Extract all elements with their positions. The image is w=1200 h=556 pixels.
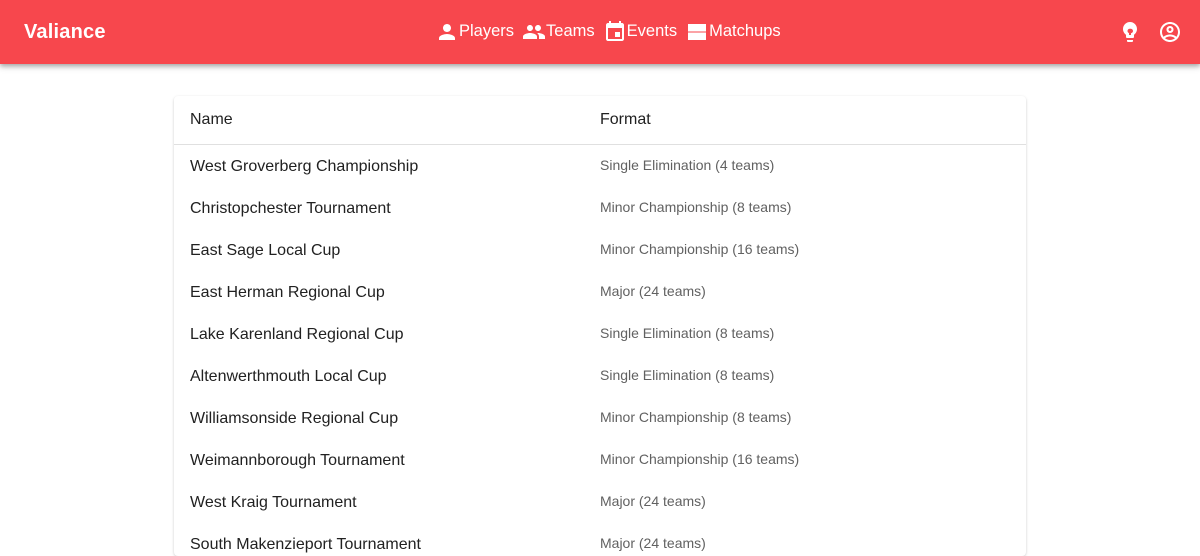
people-icon xyxy=(523,25,546,39)
event-name-cell: Lake Karenland Regional Cup xyxy=(190,326,404,343)
event-name-cell: Weimannborough Tournament xyxy=(190,452,405,469)
nav-matchups-label: Matchups xyxy=(709,22,781,40)
matchups-icon xyxy=(688,24,707,40)
event-name-cell: Altenwerthmouth Local Cup xyxy=(190,368,387,385)
table-row[interactable]: East Sage Local Cup Minor Championship (… xyxy=(174,229,1026,271)
table-row[interactable]: West Kraig Tournament Major (24 teams) xyxy=(174,481,1026,523)
person-icon xyxy=(439,24,455,40)
table-header-row: Name Format xyxy=(174,96,1026,145)
table-row[interactable]: Williamsonside Regional Cup Minor Champi… xyxy=(174,397,1026,439)
table-row[interactable]: East Herman Regional Cup Major (24 teams… xyxy=(174,271,1026,313)
event-format-cell: Single Elimination (8 teams) xyxy=(600,367,775,383)
nav-matchups[interactable]: Matchups xyxy=(685,14,781,50)
table-row[interactable]: Weimannborough Tournament Minor Champion… xyxy=(174,439,1026,481)
app-brand[interactable]: Valiance xyxy=(24,0,106,64)
column-header-name[interactable]: Name xyxy=(174,96,584,145)
event-format-cell: Minor Championship (16 teams) xyxy=(600,451,800,467)
event-format-cell: Single Elimination (8 teams) xyxy=(600,325,775,341)
nav-players[interactable]: Players xyxy=(435,14,514,50)
event-format-cell: Minor Championship (8 teams) xyxy=(600,409,792,425)
main-nav: Players Teams Events Matchups xyxy=(435,0,781,64)
lightbulb-icon xyxy=(1123,22,1137,42)
event-format-cell: Minor Championship (16 teams) xyxy=(600,241,800,257)
table-row[interactable]: Altenwerthmouth Local Cup Single Elimina… xyxy=(174,355,1026,397)
column-header-format[interactable]: Format xyxy=(584,96,1026,145)
account-circle-icon xyxy=(1160,22,1180,42)
table-row[interactable]: West Groverberg Championship Single Elim… xyxy=(174,145,1026,188)
nav-events[interactable]: Events xyxy=(603,14,677,50)
event-format-cell: Major (24 teams) xyxy=(600,493,706,509)
event-name-cell: East Sage Local Cup xyxy=(190,242,341,259)
event-name-cell: East Herman Regional Cup xyxy=(190,284,385,301)
account-button[interactable] xyxy=(1158,16,1182,48)
table-row[interactable]: Christopchester Tournament Minor Champio… xyxy=(174,187,1026,229)
event-name-cell: West Kraig Tournament xyxy=(190,494,357,511)
events-table-card: Name Format West Groverberg Championship… xyxy=(174,96,1026,556)
nav-teams[interactable]: Teams xyxy=(522,14,595,50)
event-format-cell: Major (24 teams) xyxy=(600,283,706,299)
nav-events-label: Events xyxy=(626,22,678,40)
app-bar: Valiance Players Teams Events Matchups xyxy=(0,0,1200,64)
nav-teams-label: Teams xyxy=(546,22,595,40)
nav-players-label: Players xyxy=(459,22,515,40)
event-format-cell: Single Elimination (4 teams) xyxy=(600,157,775,173)
event-format-cell: Minor Championship (8 teams) xyxy=(600,199,792,215)
table-row[interactable]: Lake Karenland Regional Cup Single Elimi… xyxy=(174,313,1026,355)
app-bar-actions xyxy=(1118,16,1182,48)
event-name-cell: Christopchester Tournament xyxy=(190,200,391,217)
event-name-cell: West Groverberg Championship xyxy=(190,158,419,175)
calendar-icon xyxy=(605,21,624,41)
theme-toggle-button[interactable] xyxy=(1118,16,1142,48)
events-table: Name Format West Groverberg Championship… xyxy=(174,96,1026,556)
event-name-cell: Williamsonside Regional Cup xyxy=(190,410,399,427)
